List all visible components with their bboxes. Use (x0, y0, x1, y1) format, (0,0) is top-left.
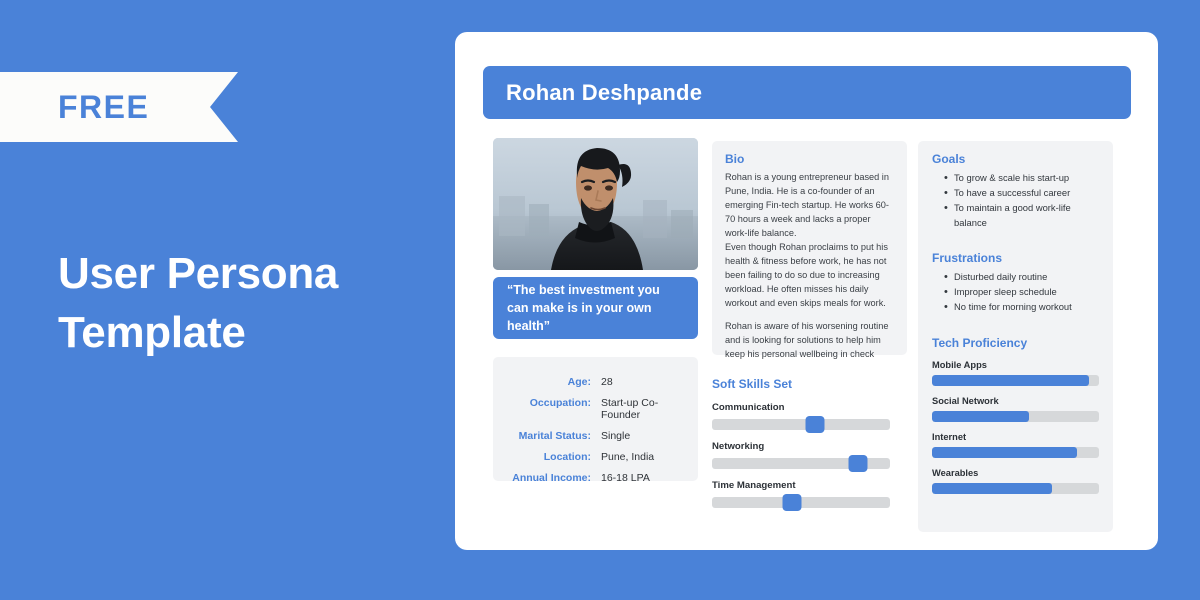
bio-box: Bio Rohan is a young entrepreneur based … (712, 141, 907, 359)
soft-skill-label-time-management: Time Management (712, 480, 796, 491)
free-ribbon-label: FREE (58, 88, 150, 125)
tech-item-mobile-apps: Mobile Apps (932, 360, 1099, 387)
bio-paragraph-2: Even though Rohan proclaims to put his h… (725, 241, 888, 308)
persona-photo (493, 138, 698, 270)
promo-title-line-2: Template (58, 307, 246, 357)
tech-bar-fill-internet (932, 447, 1078, 459)
promo-title: User Persona Template (58, 245, 448, 362)
tech-item-internet: Internet (932, 432, 1099, 459)
tech-item-wearables: Wearables (932, 468, 1099, 495)
persona-details-box: Age: 28 Occupation: Start-up Co-Founder … (493, 357, 698, 484)
tech-bar-fill-wearables (932, 483, 1053, 495)
tech-bar-mobile-apps (932, 375, 1099, 387)
frustrations-list-item: Improper sleep schedule (944, 284, 1099, 301)
goals-list-item: To grow & scale his start-up (944, 170, 1099, 187)
goals-list-item: To maintain a good work-life balance (944, 200, 1099, 231)
goals-list-item: To have a successful career (944, 185, 1099, 202)
detail-label-age: Age: (567, 376, 591, 388)
portrait-illustration (493, 138, 698, 270)
frustrations-section: Frustrations Disturbed daily routine Imp… (932, 251, 1099, 316)
tech-proficiency-heading: Tech Proficiency (932, 336, 1028, 351)
frustrations-heading: Frustrations (932, 251, 1003, 266)
bio-paragraph-3: Rohan is aware of his worsening routine … (725, 320, 889, 359)
persona-right-column: Goals To grow & scale his start-up To ha… (918, 141, 1113, 532)
detail-row-occupation: Occupation: Start-up Co-Founder (493, 397, 686, 421)
soft-skill-slider-networking[interactable] (712, 455, 890, 472)
tech-label-internet: Internet (932, 432, 967, 443)
frustrations-list: Disturbed daily routine Improper sleep s… (944, 269, 1099, 316)
persona-name-bar: Rohan Deshpande (483, 66, 1131, 119)
detail-row-age: Age: 28 (493, 376, 686, 388)
goals-list: To grow & scale his start-up To have a s… (944, 170, 1099, 231)
soft-skill-slider-communication[interactable] (712, 416, 890, 433)
detail-row-marital-status: Marital Status: Single (493, 430, 686, 442)
frustrations-list-item: No time for morning workout (944, 299, 1099, 316)
soft-skill-slider-time-management[interactable] (712, 494, 890, 511)
promo-panel: FREE User Persona Template (0, 0, 455, 600)
detail-label-occupation: Occupation: (529, 397, 591, 409)
detail-label-marital-status: Marital Status: (518, 430, 591, 442)
tech-bar-fill-social-network (932, 411, 1029, 423)
bio-paragraph-1: Rohan is a young entrepreneur based in P… (725, 172, 889, 238)
detail-value-marital-status: Single (601, 430, 631, 442)
detail-value-occupation: Start-up Co-Founder (601, 397, 659, 421)
promo-title-line-1: User Persona (58, 249, 339, 298)
soft-skill-communication: Communication (712, 402, 907, 433)
soft-skill-label-networking: Networking (712, 441, 765, 452)
detail-value-location: Pune, India (601, 451, 655, 463)
soft-skills-section: Soft Skills Set Communication Networking… (712, 377, 907, 511)
detail-label-location: Location: (543, 451, 591, 463)
bio-heading: Bio (725, 152, 745, 166)
free-ribbon: FREE (0, 72, 238, 142)
slider-knob-communication[interactable] (805, 416, 825, 433)
tech-label-wearables: Wearables (932, 468, 979, 479)
persona-quote-box: “The best investment you can make is in … (493, 277, 698, 339)
soft-skill-time-management: Time Management (712, 480, 907, 511)
tech-item-social-network: Social Network (932, 396, 1099, 423)
persona-quote: “The best investment you can make is in … (507, 282, 660, 334)
tech-proficiency-section: Tech Proficiency Mobile Apps Social Netw… (932, 336, 1099, 495)
detail-value-age: 28 (601, 376, 613, 388)
slider-knob-time-management[interactable] (782, 494, 802, 511)
detail-row-annual-income: Annual Income: 16-18 LPA (493, 472, 686, 484)
tech-label-social-network: Social Network (932, 396, 999, 407)
persona-name: Rohan Deshpande (506, 79, 703, 105)
slider-knob-networking[interactable] (848, 455, 868, 472)
tech-bar-social-network (932, 411, 1099, 423)
detail-row-location: Location: Pune, India (493, 451, 686, 463)
detail-label-annual-income: Annual Income: (512, 472, 591, 484)
persona-middle-column: Bio Rohan is a young entrepreneur based … (712, 141, 907, 511)
soft-skill-label-communication: Communication (712, 402, 785, 413)
persona-left-column: “The best investment you can make is in … (493, 138, 698, 484)
tech-bar-fill-mobile-apps (932, 375, 1089, 387)
detail-value-annual-income: 16-18 LPA (601, 472, 650, 484)
soft-skills-heading: Soft Skills Set (712, 377, 793, 391)
tech-bar-wearables (932, 483, 1099, 495)
tech-bar-internet (932, 447, 1099, 459)
soft-skill-networking: Networking (712, 441, 907, 472)
goals-heading: Goals (932, 152, 966, 166)
tech-label-mobile-apps: Mobile Apps (932, 360, 987, 371)
persona-card: Rohan Deshpande “The best investment you… (455, 32, 1158, 550)
frustrations-list-item: Disturbed daily routine (944, 269, 1099, 286)
